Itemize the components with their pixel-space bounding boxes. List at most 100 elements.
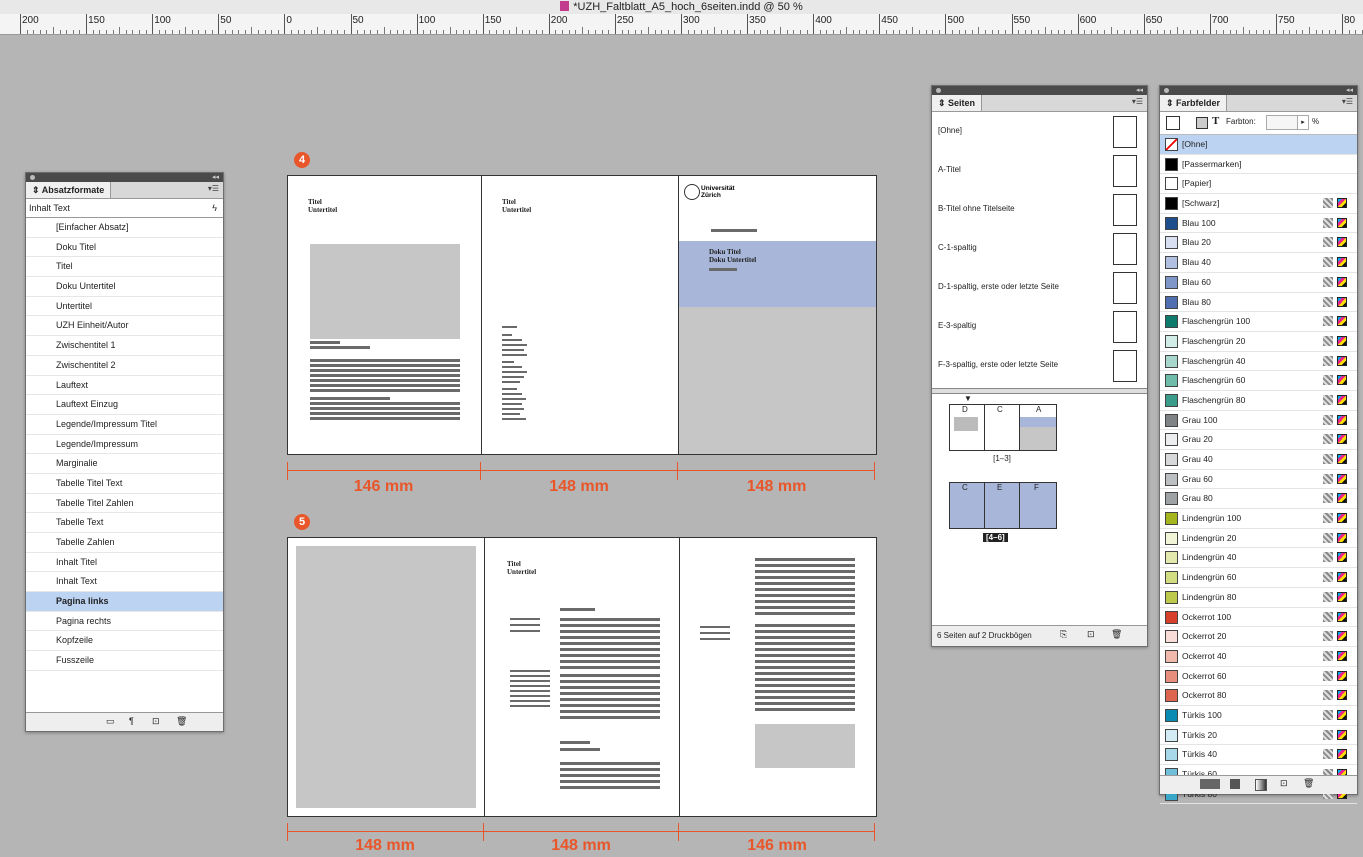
- trash-icon[interactable]: 🗑: [176, 716, 187, 727]
- swatch-row[interactable]: Flaschengrün 20: [1160, 332, 1357, 352]
- swatch-row[interactable]: Grau 60: [1160, 470, 1357, 490]
- clear-overrides-icon[interactable]: ¶: [129, 716, 134, 726]
- tab-absatzformate[interactable]: ⇕ Absatzformate: [26, 182, 112, 198]
- gradient-swatches-icon[interactable]: [1255, 779, 1267, 791]
- paragraph-style-item[interactable]: Tabelle Titel Text: [26, 474, 223, 494]
- swatch-row[interactable]: Grau 40: [1160, 450, 1357, 470]
- paragraph-style-item[interactable]: Pagina links: [26, 592, 223, 612]
- paragraph-style-item[interactable]: Zwischentitel 1: [26, 336, 223, 356]
- swatch-row[interactable]: Ockerrot 60: [1160, 667, 1357, 687]
- paragraph-style-item[interactable]: Lauftext: [26, 376, 223, 396]
- swatch-row[interactable]: Grau 20: [1160, 430, 1357, 450]
- spread-2-thumb[interactable]: C E F: [949, 482, 1057, 529]
- swatch-row[interactable]: Blau 100: [1160, 214, 1357, 234]
- trash-icon[interactable]: 🗑: [1303, 778, 1314, 789]
- paragraph-style-item[interactable]: Pagina rechts: [26, 612, 223, 632]
- swatch-row[interactable]: Lindengrün 40: [1160, 548, 1357, 569]
- swatch-row[interactable]: Flaschengrün 80: [1160, 391, 1357, 411]
- panel-titlebar[interactable]: ◂◂: [1160, 86, 1357, 95]
- paragraph-style-item[interactable]: Doku Untertitel: [26, 277, 223, 297]
- swatch-row[interactable]: Blau 80: [1160, 293, 1357, 313]
- swatch-row[interactable]: Flaschengrün 60: [1160, 371, 1357, 391]
- paragraph-style-item[interactable]: UZH Einheit/Autor: [26, 316, 223, 337]
- paragraph-style-item[interactable]: Legende/Impressum Titel: [26, 415, 223, 435]
- swatch-row[interactable]: [Schwarz]: [1160, 194, 1357, 214]
- master-page-thumb[interactable]: [1113, 233, 1137, 265]
- paragraph-style-item[interactable]: Marginalie: [26, 454, 223, 474]
- page-thumb-c[interactable]: C: [950, 483, 985, 528]
- spread2-page2[interactable]: Titel Untertitel: [485, 538, 680, 816]
- page-thumb-f[interactable]: F: [1020, 483, 1056, 528]
- spread-top[interactable]: Titel Untertitel Titel Untertitel Univer…: [287, 175, 877, 455]
- swatch-row[interactable]: [Papier]: [1160, 174, 1357, 195]
- spread-1-thumb[interactable]: D C A: [949, 404, 1057, 451]
- swatch-row[interactable]: Türkis 40: [1160, 745, 1357, 765]
- swatch-row[interactable]: Blau 20: [1160, 233, 1357, 254]
- lightning-icon[interactable]: ϟ: [212, 199, 217, 217]
- master-page-thumb[interactable]: [1113, 272, 1137, 304]
- master-page-thumb[interactable]: [1113, 155, 1137, 187]
- fill-stroke-icon[interactable]: [1166, 116, 1180, 130]
- collapse-icon[interactable]: ◂◂: [1136, 86, 1143, 95]
- paragraph-style-item[interactable]: Doku Titel: [26, 238, 223, 258]
- master-page-item[interactable]: D-1-spaltig, erste oder letzte Seite: [932, 268, 1147, 306]
- farbton-arrow-icon[interactable]: ▸: [1297, 115, 1309, 130]
- paragraph-style-item[interactable]: Titel: [26, 257, 223, 278]
- panel-titlebar[interactable]: ◂◂: [26, 173, 223, 182]
- page-size-icon[interactable]: ⎘: [1060, 629, 1067, 640]
- tab-seiten[interactable]: ⇕ Seiten: [932, 95, 983, 111]
- swatch-row[interactable]: Blau 60: [1160, 273, 1357, 293]
- tab-farbfelder[interactable]: ⇕ Farbfelder: [1160, 95, 1228, 111]
- page-thumb-e[interactable]: E: [985, 483, 1020, 528]
- panel-menu-icon[interactable]: ▾☰: [208, 184, 219, 193]
- panel-menu-icon[interactable]: ▾☰: [1342, 97, 1353, 106]
- master-page-item[interactable]: A-Titel: [932, 151, 1147, 189]
- master-page-item[interactable]: C-1-spaltig: [932, 229, 1147, 267]
- paragraph-style-item[interactable]: [Einfacher Absatz]: [26, 218, 223, 238]
- folder-icon[interactable]: ▭: [106, 716, 115, 727]
- swatch-row[interactable]: [Passermarken]: [1160, 155, 1357, 175]
- panel-titlebar[interactable]: ◂◂: [932, 86, 1147, 95]
- master-page-thumb[interactable]: [1113, 350, 1137, 382]
- page-thumb-d[interactable]: D: [950, 405, 985, 450]
- new-style-icon[interactable]: ⊡: [152, 716, 160, 727]
- spread2-page3[interactable]: [680, 538, 876, 816]
- paragraph-style-item[interactable]: Untertitel: [26, 297, 223, 317]
- swatch-row[interactable]: Lindengrün 100: [1160, 509, 1357, 529]
- swatch-row[interactable]: Lindengrün 20: [1160, 529, 1357, 549]
- paragraph-style-item[interactable]: Inhalt Text: [26, 572, 223, 593]
- spread1-page3[interactable]: Universität Zürich Doku Titel Doku Unterti…: [679, 176, 876, 454]
- paragraph-style-item[interactable]: Lauftext Einzug: [26, 395, 223, 415]
- paragraph-style-item[interactable]: Legende/Impressum: [26, 435, 223, 455]
- close-icon[interactable]: [30, 175, 35, 180]
- new-swatch-icon[interactable]: ⊡: [1280, 778, 1288, 789]
- paragraph-style-item[interactable]: Kopfzeile: [26, 631, 223, 652]
- farbton-input[interactable]: [1266, 115, 1298, 130]
- collapse-icon[interactable]: ◂◂: [212, 173, 219, 182]
- paragraph-style-item[interactable]: Fusszeile: [26, 651, 223, 671]
- swatch-row[interactable]: [Ohne]: [1160, 135, 1357, 155]
- swatch-row[interactable]: Grau 100: [1160, 411, 1357, 431]
- horizontal-ruler[interactable]: 200 150 100 50 0 50 100 150 200 250 300 350 400 450 50…: [0, 14, 1363, 35]
- new-page-icon[interactable]: ⊡: [1087, 629, 1095, 640]
- spread-bottom[interactable]: Titel Untertitel: [287, 537, 877, 817]
- master-page-item[interactable]: B-Titel ohne Titelseite: [932, 190, 1147, 228]
- master-page-thumb[interactable]: [1113, 194, 1137, 226]
- text-format-icon[interactable]: T: [1212, 115, 1219, 127]
- swatch-row[interactable]: Blau 40: [1160, 253, 1357, 273]
- swatch-row[interactable]: Türkis 100: [1160, 706, 1357, 726]
- master-page-thumb[interactable]: [1113, 116, 1137, 148]
- panel-menu-icon[interactable]: ▾☰: [1132, 97, 1143, 106]
- swatch-row[interactable]: Ockerrot 20: [1160, 627, 1357, 647]
- master-page-thumb[interactable]: [1113, 311, 1137, 343]
- show-all-icon[interactable]: [1200, 779, 1220, 789]
- collapse-icon[interactable]: ◂◂: [1346, 86, 1353, 95]
- swatch-row[interactable]: Ockerrot 100: [1160, 608, 1357, 628]
- paragraph-style-item[interactable]: Zwischentitel 2: [26, 356, 223, 376]
- spread1-page2[interactable]: Titel Untertitel: [482, 176, 679, 454]
- close-icon[interactable]: [936, 88, 941, 93]
- swatch-row[interactable]: Grau 80: [1160, 489, 1357, 510]
- master-page-item[interactable]: [Ohne]: [932, 112, 1147, 150]
- swatch-row[interactable]: Türkis 20: [1160, 726, 1357, 746]
- page-thumb-a[interactable]: A: [1020, 405, 1056, 450]
